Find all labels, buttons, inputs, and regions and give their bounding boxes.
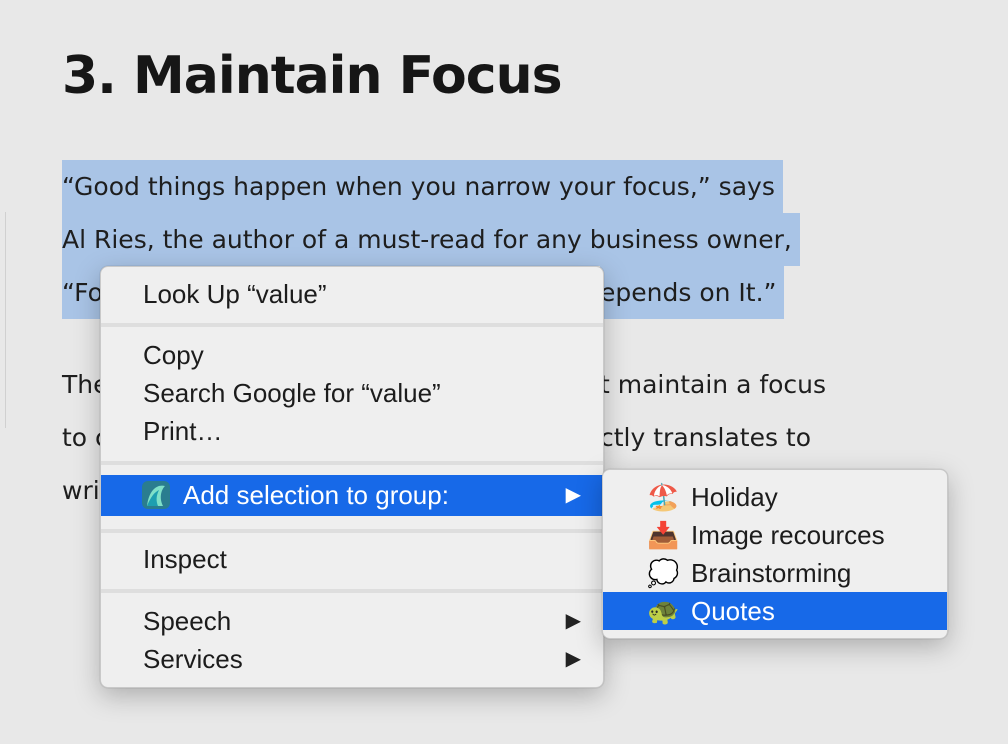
menu-separator [101,529,603,533]
thought-balloon-icon: 💭 [647,558,680,588]
menu-item-label: Services [143,644,243,674]
article-heading: 3. Maintain Focus [62,46,563,106]
menu-item-copy[interactable]: Copy [101,336,603,374]
paragraph-2-line-2-end: ctly translates to [600,423,812,452]
menu-item-label: Look Up “value” [143,279,327,309]
menu-item-label: Copy [143,340,204,370]
group-item-image-recources[interactable]: 📥 Image recources [603,516,947,554]
paragraph-2-line-3-start: wri [62,476,100,505]
group-item-quotes[interactable]: 🐢 Quotes [603,592,947,630]
turtle-icon: 🐢 [647,596,680,626]
submenu-arrow-icon: ▶ [565,648,581,670]
submenu-arrow-icon: ▶ [565,484,581,506]
menu-item-print[interactable]: Print… [101,412,603,450]
group-item-label: Holiday [691,482,778,512]
paragraph-2-line-1-end: t maintain a focus [600,370,827,399]
paragraph-1-line-2[interactable]: Al Ries, the author of a must-read for a… [62,213,800,266]
paragraph-1-line-1[interactable]: “Good things happen when you narrow your… [62,160,783,213]
menu-item-search-google[interactable]: Search Google for “value” [101,374,603,412]
beach-umbrella-icon: 🏖️ [647,482,680,512]
menu-item-inspect[interactable]: Inspect [101,540,603,578]
menu-item-label: Inspect [143,544,227,574]
context-menu: Look Up “value” Copy Search Google for “… [100,266,604,688]
menu-separator [101,461,603,465]
left-margin-rule [0,212,6,428]
inbox-tray-icon: 📥 [647,520,680,550]
group-item-brainstorming[interactable]: 💭 Brainstorming [603,554,947,592]
menu-item-label: Add selection to group: [183,480,449,510]
menu-item-speech[interactable]: Speech ▶ [101,602,603,640]
group-item-label: Quotes [691,596,775,626]
app-icon [142,481,170,509]
menu-item-add-selection-to-group[interactable]: Add selection to group: ▶ [101,475,603,516]
paragraph-1-line-3-end[interactable]: epends on It.” [600,266,785,319]
group-item-holiday[interactable]: 🏖️ Holiday [603,478,947,516]
menu-item-look-up[interactable]: Look Up “value” [101,275,603,313]
menu-item-label: Search Google for “value” [143,378,441,408]
menu-separator [101,323,603,327]
group-item-label: Image recources [691,520,885,550]
submenu-arrow-icon: ▶ [565,610,581,632]
menu-item-label: Speech [143,606,232,636]
menu-item-label: Print… [143,416,223,446]
menu-separator [101,589,603,593]
group-submenu: 🏖️ Holiday 📥 Image recources 💭 Brainstor… [602,469,948,639]
group-item-label: Brainstorming [691,558,852,588]
menu-item-services[interactable]: Services ▶ [101,640,603,678]
